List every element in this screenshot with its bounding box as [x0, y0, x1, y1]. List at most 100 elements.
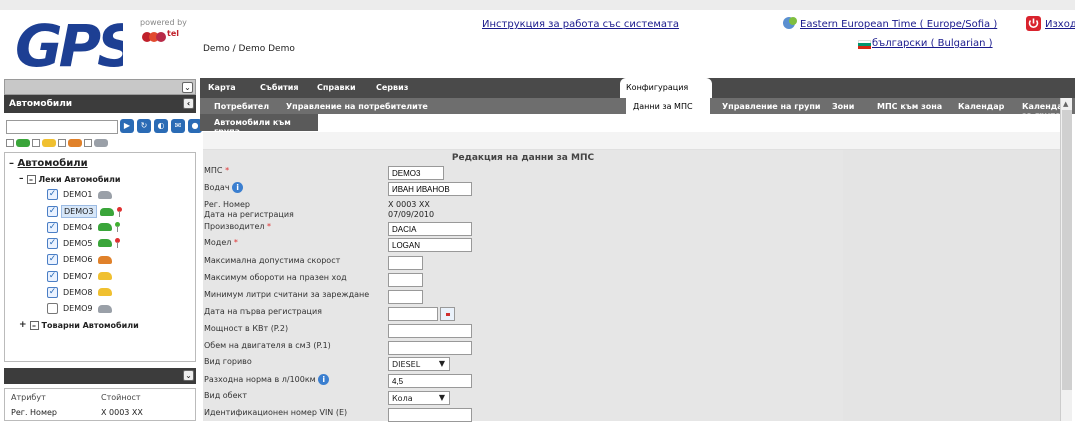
pin-icon — [114, 238, 120, 249]
right-empty-area — [843, 150, 1060, 421]
max-idle-rpm-label: Максимум обороти на празен ход — [204, 273, 347, 282]
engine-input[interactable] — [388, 341, 472, 355]
vehicle-checkbox[interactable]: ✓ — [47, 254, 58, 266]
tree-vehicle-item[interactable]: ✓ DEMO1 — [47, 189, 112, 200]
car-icon — [97, 304, 112, 313]
tree-group-trucks[interactable]: + – Товарни Автомобили — [19, 320, 139, 330]
main-scrollbar[interactable]: ▲ — [1060, 98, 1072, 421]
min-refuel-input[interactable] — [388, 290, 423, 304]
tree-vehicle-item[interactable]: ✓ DEMO8 — [47, 286, 112, 298]
mail-icon[interactable]: ✉ — [171, 119, 185, 133]
vehicle-checkbox[interactable]: ✓ — [47, 206, 58, 218]
model-input[interactable] — [388, 238, 472, 252]
driver-input[interactable] — [388, 182, 472, 196]
driver-label: Водач — [204, 183, 230, 192]
subtab-calendar[interactable]: Календар — [958, 102, 1004, 111]
chevron-down-icon[interactable]: ⌄ — [182, 82, 193, 93]
filter-icon[interactable]: ◐ — [154, 119, 168, 133]
group-toggle[interactable]: – — [26, 174, 36, 184]
bulgarian-flag-icon — [858, 40, 871, 49]
dropdown-arrow-icon: ▼ — [438, 393, 445, 402]
car-icon — [97, 190, 112, 199]
header: GPS powered by tel Demo / Demo Demo Инст… — [0, 10, 1075, 76]
vehicle-name: DEMO5 — [63, 238, 93, 248]
filter-checkbox-yellow[interactable] — [32, 139, 40, 147]
tree-vehicle-item[interactable]: ✓ DEMO6 — [47, 254, 112, 266]
tab-service[interactable]: Сервиз — [376, 83, 408, 92]
max-speed-label: Максимална допустима скорост — [204, 256, 341, 265]
subtab-vehicle-to-zone[interactable]: МПС към зона — [877, 102, 942, 111]
filter-checkbox-green[interactable] — [6, 139, 14, 147]
scroll-thumb[interactable] — [1062, 110, 1072, 390]
sub-tabs: Потребител Управление на потребителите Д… — [200, 98, 1075, 120]
power-input[interactable] — [388, 324, 472, 338]
vehicle-checkbox[interactable]: ✓ — [47, 237, 58, 249]
tab-reports[interactable]: Справки — [317, 83, 356, 92]
tree-vehicle-item[interactable]: ✓ DEMO7 — [47, 270, 112, 282]
vehicle-data-form: Редакция на данни за МПС МПС * Водач i Р… — [203, 150, 843, 422]
reg-no-value: X 0003 XX — [388, 200, 430, 209]
tree-vehicle-item[interactable]: ✓ DEMO5 — [47, 237, 120, 249]
filter-checkbox-orange[interactable] — [58, 139, 66, 147]
object-type-select[interactable]: Кола ▼ — [388, 391, 450, 405]
tree-group-cars[interactable]: – – Леки Автомобили — [19, 174, 120, 184]
vehicle-checkbox[interactable]: ✓ — [47, 286, 58, 298]
subtab-zones[interactable]: Зони — [832, 102, 854, 111]
tab-configuration[interactable]: Конфигурация — [620, 78, 712, 99]
subtab-vehicle-data[interactable]: Данни за МПС — [626, 98, 710, 114]
vehicle-name: DEMO7 — [63, 271, 93, 281]
subtab-group-management[interactable]: Управление на групи — [722, 102, 820, 111]
sub-tabs-second-row: Автомобили към група — [200, 114, 318, 136]
status-filter-row — [6, 139, 108, 147]
instructions-link[interactable]: Инструкция за работа със системата — [482, 19, 679, 30]
tab-map[interactable]: Карта — [208, 83, 236, 92]
vehicle-checkbox[interactable]: ✓ — [47, 270, 58, 282]
tab-events[interactable]: Събития — [260, 83, 298, 92]
pin-icon — [116, 206, 122, 217]
refresh-icon[interactable]: ↻ — [137, 119, 151, 133]
logout-link[interactable]: Изход — [1045, 19, 1075, 30]
attr-header: Атрибут — [11, 393, 46, 402]
first-reg-date-label: Дата на първа регистрация — [204, 307, 322, 316]
vehicle-name: DEMO6 — [63, 255, 93, 265]
scroll-up-icon[interactable]: ▲ — [1063, 100, 1068, 108]
max-idle-rpm-input[interactable] — [388, 273, 423, 287]
tree-vehicle-item[interactable]: DEMO9 — [47, 303, 112, 315]
collapse-left-icon[interactable]: ‹ — [183, 98, 194, 109]
vehicle-checkbox[interactable]: ✓ — [47, 189, 58, 200]
subtab-user-management[interactable]: Управление на потребителите — [286, 102, 428, 111]
tree-root[interactable]: – Автомобили — [9, 158, 88, 169]
arrow-right-icon[interactable]: ▶ — [120, 119, 134, 133]
power-icon[interactable] — [1026, 16, 1041, 31]
subtab-user[interactable]: Потребител — [214, 102, 269, 111]
group-toggle[interactable]: – — [29, 320, 39, 330]
vehicle-checkbox[interactable]: ✓ — [47, 221, 58, 233]
fuel-type-select[interactable]: DIESEL ▼ — [388, 357, 450, 371]
consumption-input[interactable] — [388, 374, 472, 388]
timezone-link[interactable]: Eastern European Time ( Europe/Sofia ) — [800, 19, 997, 30]
car-icon — [97, 288, 112, 297]
language-link[interactable]: български ( Bulgarian ) — [872, 38, 993, 49]
vin-input[interactable] — [388, 408, 472, 422]
grey-car-icon — [94, 139, 108, 147]
max-speed-input[interactable] — [388, 256, 423, 270]
attr-cell: Рег. Номер — [11, 408, 57, 417]
vehicle-search-input[interactable] — [6, 120, 118, 134]
mps-input[interactable] — [388, 166, 444, 180]
filter-checkbox-grey[interactable] — [84, 139, 92, 147]
tree-vehicle-item[interactable]: ✓ DEMO4 — [47, 221, 120, 233]
info-icon[interactable]: i — [232, 182, 244, 193]
info-icon[interactable]: i — [318, 374, 330, 385]
gps-logo: GPS — [15, 14, 123, 76]
tree-toolbar: ▶ ↻ ◐ ✉ ● — [120, 119, 202, 133]
car-icon — [99, 207, 114, 216]
maker-input[interactable] — [388, 222, 472, 236]
first-reg-date-input[interactable] — [388, 307, 438, 321]
tree-vehicle-item[interactable]: ✓ DEMO3 — [47, 205, 122, 219]
vehicle-checkbox[interactable] — [47, 303, 58, 315]
required-mark: * — [225, 166, 230, 175]
vehicle-tree: – Автомобили – – Леки Автомобили ✓ DEMO1 ✓ D… — [4, 152, 196, 362]
vehicle-name: DEMO1 — [63, 190, 93, 199]
chevron-down-icon[interactable]: ⌄ — [183, 370, 194, 381]
calendar-icon[interactable] — [440, 307, 455, 321]
